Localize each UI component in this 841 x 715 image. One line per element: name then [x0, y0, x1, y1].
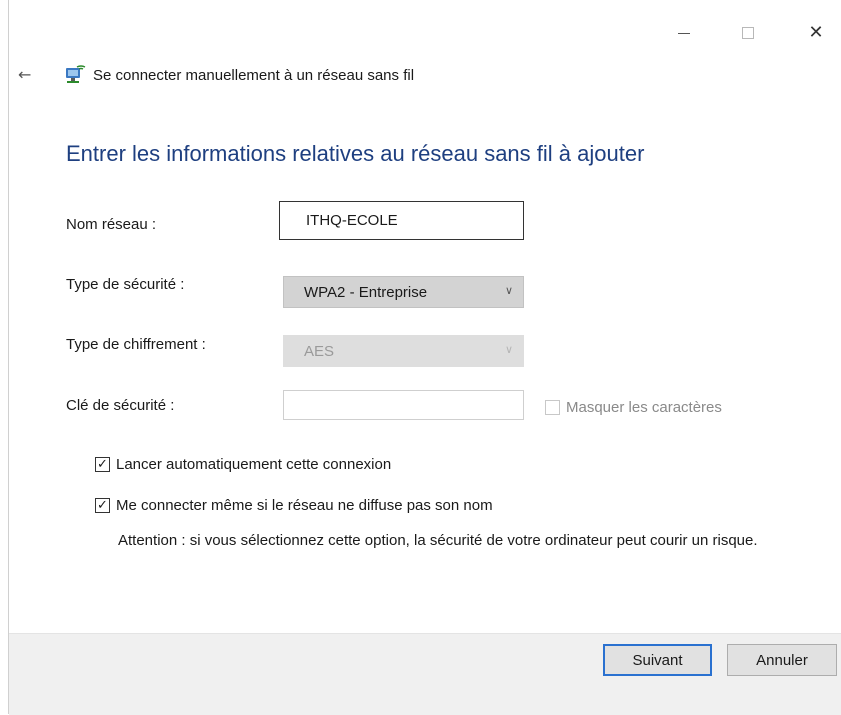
checkbox-unchecked-icon	[545, 400, 560, 415]
maximize-icon	[742, 27, 754, 39]
page-heading: Entrer les informations relatives au rés…	[66, 141, 645, 166]
chevron-down-icon: ∨	[504, 343, 513, 356]
security-warning-text: Attention : si vous sélectionnez cette o…	[118, 532, 758, 549]
security-key-label: Clé de sécurité :	[66, 397, 175, 414]
network-name-label: Nom réseau :	[66, 216, 157, 233]
next-button[interactable]: Suivant	[603, 644, 712, 676]
encryption-type-value: AES	[304, 342, 335, 360]
encryption-type-label: Type de chiffrement :	[66, 336, 206, 353]
checkmark-icon[interactable]: ✓	[95, 457, 110, 472]
mask-characters-checkbox: Masquer les caractères	[545, 399, 722, 416]
minimize-button[interactable]	[664, 18, 704, 48]
window-title: Se connecter manuellement à un réseau sa…	[93, 67, 415, 84]
minimize-icon	[678, 32, 690, 34]
chevron-down-icon: ∨	[504, 284, 513, 297]
auto-connect-checkbox[interactable]: ✓ Lancer automatiquement cette connexion	[95, 456, 391, 473]
checkmark-icon[interactable]: ✓	[95, 498, 110, 513]
connect-hidden-checkbox[interactable]: ✓ Me connecter même si le réseau ne diff…	[95, 497, 493, 514]
close-button[interactable]: ✕	[796, 18, 836, 48]
maximize-button[interactable]	[728, 18, 768, 48]
close-icon: ✕	[808, 22, 824, 43]
auto-connect-label: Lancer automatiquement cette connexion	[116, 456, 392, 473]
back-arrow-icon[interactable]: ←	[18, 65, 31, 84]
mask-characters-label: Masquer les caractères	[566, 399, 722, 416]
dialog-footer: Suivant Annuler	[9, 633, 841, 715]
security-key-input	[283, 390, 524, 420]
security-type-select[interactable]: WPA2 - Entreprise ∨	[283, 276, 524, 308]
cancel-button[interactable]: Annuler	[727, 644, 837, 676]
security-type-value: WPA2 - Entreprise	[304, 283, 428, 301]
security-type-label: Type de sécurité :	[66, 276, 185, 293]
network-name-input[interactable]	[279, 201, 524, 240]
encryption-type-select: AES ∨	[283, 335, 524, 367]
wireless-network-icon	[66, 65, 86, 83]
window-border	[8, 0, 9, 714]
connect-hidden-label: Me connecter même si le réseau ne diffus…	[116, 497, 493, 514]
